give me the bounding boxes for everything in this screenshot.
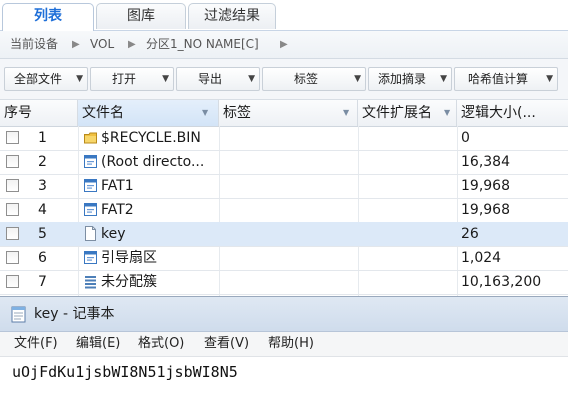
row-index: 3 bbox=[38, 178, 47, 194]
row-filename: (Root directo... bbox=[101, 154, 205, 170]
column-header-ext[interactable]: 文件扩展名 ▼ bbox=[358, 100, 457, 126]
row-size: 19,968 bbox=[461, 178, 510, 194]
file-grid-header: 序号 文件名 ▼ 标签 ▼ 文件扩展名 ▼ 逻辑大小(... bbox=[0, 100, 568, 127]
tab-filter-results[interactable]: 过滤结果 bbox=[188, 3, 276, 29]
row-filename: 引导扇区 bbox=[101, 250, 157, 266]
system-file-icon bbox=[84, 203, 97, 216]
notepad-title: key - 记事本 bbox=[34, 306, 115, 322]
document-icon bbox=[85, 226, 96, 241]
unallocated-icon bbox=[85, 276, 96, 289]
export-label: 导出 bbox=[197, 72, 222, 86]
chevron-down-icon: ▼ bbox=[76, 74, 83, 84]
row-checkbox[interactable] bbox=[6, 155, 19, 168]
row-index: 4 bbox=[38, 202, 47, 218]
row-checkbox[interactable] bbox=[6, 251, 19, 264]
column-header-size-label: 逻辑大小(... bbox=[461, 105, 536, 121]
chevron-down-icon: ▼ bbox=[440, 74, 447, 84]
notepad-titlebar[interactable]: key - 记事本 bbox=[0, 297, 568, 332]
table-row-selected[interactable]: 5 key 26 bbox=[0, 222, 568, 247]
table-row[interactable]: 6 引导扇区 1,024 bbox=[0, 246, 568, 271]
breadcrumb-vol[interactable]: VOL bbox=[90, 31, 114, 58]
row-index: 1 bbox=[38, 130, 47, 146]
row-index: 5 bbox=[38, 226, 47, 242]
row-size: 19,968 bbox=[461, 202, 510, 218]
all-files-dropdown[interactable]: 全部文件 ▼ bbox=[4, 67, 88, 91]
row-checkbox[interactable] bbox=[6, 203, 19, 216]
table-row[interactable]: 3 FAT1 19,968 bbox=[0, 174, 568, 199]
breadcrumb-partition[interactable]: 分区1_NO NAME[C] bbox=[146, 31, 259, 58]
folder-icon bbox=[84, 132, 97, 144]
chevron-right-icon: ▶ bbox=[128, 39, 136, 50]
table-row[interactable]: 1 $RECYCLE.BIN 0 bbox=[0, 126, 568, 151]
filter-icon[interactable]: ▼ bbox=[343, 100, 349, 126]
tab-gallery[interactable]: 图库 bbox=[96, 3, 186, 29]
hash-calc-button[interactable]: 哈希值计算 ▼ bbox=[454, 67, 558, 91]
view-tabbar: 列表 图库 过滤结果 bbox=[0, 0, 568, 31]
row-filename: 未分配簇 bbox=[101, 274, 157, 290]
menu-help[interactable]: 帮助(H) bbox=[268, 332, 314, 356]
chevron-down-icon: ▼ bbox=[248, 74, 255, 84]
menu-file[interactable]: 文件(F) bbox=[14, 332, 58, 356]
row-size: 1,024 bbox=[461, 250, 502, 266]
notepad-icon bbox=[11, 306, 26, 323]
chevron-down-icon: ▼ bbox=[354, 74, 361, 84]
tag-label: 标签 bbox=[293, 72, 318, 86]
row-filename: $RECYCLE.BIN bbox=[101, 130, 201, 146]
menu-format[interactable]: 格式(O) bbox=[138, 332, 184, 356]
add-excerpt-label: 添加摘录 bbox=[377, 72, 426, 86]
chevron-right-icon: ▶ bbox=[72, 39, 80, 50]
menu-view[interactable]: 查看(V) bbox=[204, 332, 249, 356]
tag-button[interactable]: 标签 ▼ bbox=[262, 67, 366, 91]
notepad-menubar: 文件(F) 编辑(E) 格式(O) 查看(V) 帮助(H) bbox=[0, 332, 568, 357]
column-header-index[interactable]: 序号 bbox=[0, 100, 78, 126]
column-header-name-label: 文件名 bbox=[82, 105, 124, 121]
row-size: 0 bbox=[461, 130, 470, 146]
chevron-right-icon: ▶ bbox=[280, 39, 288, 50]
table-row[interactable]: 4 FAT2 19,968 bbox=[0, 198, 568, 223]
system-file-icon bbox=[84, 179, 97, 192]
toolbar: 全部文件 ▼ 打开 ▼ 导出 ▼ 标签 ▼ 添加摘录 ▼ 哈希值计算 ▼ bbox=[0, 59, 568, 100]
open-button[interactable]: 打开 ▼ bbox=[90, 67, 174, 91]
row-index: 7 bbox=[38, 274, 47, 290]
system-file-icon bbox=[84, 251, 97, 264]
open-label: 打开 bbox=[111, 72, 136, 86]
tab-list[interactable]: 列表 bbox=[2, 3, 94, 31]
chevron-down-icon: ▼ bbox=[162, 74, 169, 84]
filter-icon[interactable]: ▼ bbox=[202, 100, 208, 126]
row-index: 2 bbox=[38, 154, 47, 170]
column-header-index-label: 序号 bbox=[4, 105, 32, 121]
menu-edit[interactable]: 编辑(E) bbox=[76, 332, 120, 356]
column-header-tag-label: 标签 bbox=[223, 105, 251, 121]
row-size: 10,163,200 bbox=[461, 274, 542, 290]
notepad-window: key - 记事本 文件(F) 编辑(E) 格式(O) 查看(V) 帮助(H) … bbox=[0, 296, 568, 417]
column-header-name[interactable]: 文件名 ▼ bbox=[78, 100, 219, 126]
row-index: 6 bbox=[38, 250, 47, 266]
filter-icon[interactable]: ▼ bbox=[444, 100, 450, 126]
chevron-down-icon: ▼ bbox=[546, 74, 553, 84]
row-filename: FAT2 bbox=[101, 202, 134, 218]
breadcrumb-current-device[interactable]: 当前设备 bbox=[10, 31, 58, 58]
row-size: 26 bbox=[461, 226, 479, 242]
row-checkbox[interactable] bbox=[6, 179, 19, 192]
column-header-ext-label: 文件扩展名 bbox=[362, 105, 432, 121]
all-files-label: 全部文件 bbox=[13, 72, 62, 86]
row-checkbox[interactable] bbox=[6, 275, 19, 288]
column-header-size[interactable]: 逻辑大小(... bbox=[457, 100, 568, 126]
system-file-icon bbox=[84, 155, 97, 168]
row-filename: FAT1 bbox=[101, 178, 134, 194]
add-excerpt-button[interactable]: 添加摘录 ▼ bbox=[368, 67, 452, 91]
row-checkbox[interactable] bbox=[6, 227, 19, 240]
notepad-text-area[interactable]: uOjFdKu1jsbWI8N51jsbWI8N5 bbox=[12, 363, 238, 381]
row-checkbox[interactable] bbox=[6, 131, 19, 144]
column-header-tag[interactable]: 标签 ▼ bbox=[219, 100, 358, 126]
export-button[interactable]: 导出 ▼ bbox=[176, 67, 260, 91]
hash-calc-label: 哈希值计算 bbox=[467, 72, 528, 86]
row-size: 16,384 bbox=[461, 154, 510, 170]
breadcrumb: 当前设备 ▶ VOL ▶ 分区1_NO NAME[C] ▶ bbox=[0, 31, 568, 59]
table-row[interactable]: 2 (Root directo... 16,384 bbox=[0, 150, 568, 175]
row-filename: key bbox=[101, 226, 126, 242]
table-row[interactable]: 7 未分配簇 10,163,200 bbox=[0, 270, 568, 295]
